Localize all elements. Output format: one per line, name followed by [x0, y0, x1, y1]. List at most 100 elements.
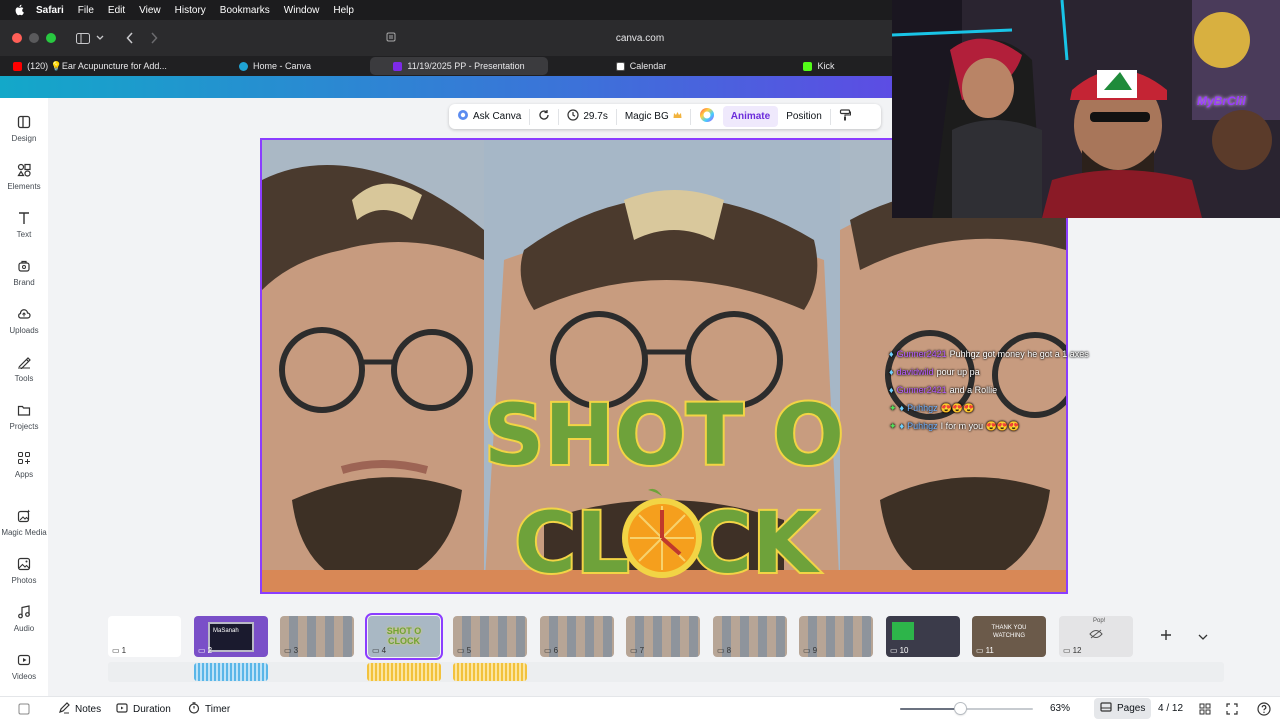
- color-button[interactable]: [691, 104, 723, 129]
- sidebar-item-label: Audio: [13, 624, 35, 633]
- sidebar-item-apps[interactable]: Apps: [0, 448, 48, 492]
- youtube-favicon-icon: [13, 61, 23, 71]
- chat-username: Puhhgz: [907, 403, 938, 413]
- fullscreen-icon[interactable]: [1226, 703, 1238, 718]
- zoom-slider-fill: [900, 708, 960, 710]
- sidebar-item-projects[interactable]: Projects: [0, 400, 48, 444]
- page-thumbnail[interactable]: ▭ 7: [626, 616, 700, 657]
- ask-canva-button[interactable]: Ask Canva: [449, 104, 529, 129]
- menu-bookmarks[interactable]: Bookmarks: [220, 5, 270, 16]
- menu-history[interactable]: History: [175, 5, 206, 16]
- page-number: ▭ 1: [112, 646, 127, 655]
- thumbnail-text: MaSanah: [213, 628, 239, 634]
- menu-safari[interactable]: Safari: [36, 5, 64, 16]
- pages-label: Pages: [1117, 703, 1146, 714]
- calendar-favicon-icon: [615, 61, 625, 71]
- tv-graphic: [208, 622, 254, 652]
- page-thumbnail[interactable]: ▭ 8: [713, 616, 787, 657]
- forward-icon[interactable]: [150, 32, 158, 44]
- page-number: ▭ 8: [717, 646, 732, 655]
- sidebar-item-tools[interactable]: Tools: [0, 352, 48, 396]
- comment-icon: ▭: [717, 646, 725, 655]
- sidebar-item-label: Design: [11, 134, 37, 143]
- page-thumbnail[interactable]: MaSanah ▭ 2: [194, 616, 268, 657]
- audio-clip[interactable]: [367, 663, 441, 681]
- sidebar-item-uploads[interactable]: Uploads: [0, 304, 48, 348]
- zoom-value[interactable]: 63%: [1050, 703, 1070, 714]
- format-painter-button[interactable]: [831, 104, 859, 129]
- menu-edit[interactable]: Edit: [108, 5, 125, 16]
- duration-button[interactable]: 29.7s: [559, 104, 615, 129]
- zoom-slider[interactable]: [900, 703, 1033, 714]
- minimize-window-button[interactable]: [29, 33, 39, 43]
- animate-button[interactable]: Animate: [722, 106, 779, 127]
- sidebar-icon[interactable]: [76, 32, 90, 44]
- tab-canva-home[interactable]: Home - Canva: [180, 57, 370, 75]
- page-thumbnail[interactable]: ▭ 3: [280, 616, 354, 657]
- chat-message: ✦ ♦ Puhhgz 😍😍😍: [889, 399, 1129, 417]
- page-thumbnail[interactable]: ▭ 6: [540, 616, 614, 657]
- page-thumbnail[interactable]: THANK YOU WATCHING ▭ 11: [972, 616, 1046, 657]
- sidebar-item-elements[interactable]: Elements: [0, 160, 48, 204]
- address-bar[interactable]: canva.com: [380, 26, 900, 50]
- pages-icon: [1100, 701, 1112, 716]
- page-thumbnail[interactable]: Pop! ▭ 12: [1059, 616, 1133, 657]
- sidebar-item-videos[interactable]: Videos: [0, 650, 48, 694]
- apple-logo-icon[interactable]: [12, 3, 26, 17]
- sidebar-item-text[interactable]: Text: [0, 208, 48, 252]
- menu-help[interactable]: Help: [333, 5, 354, 16]
- sidebar-item-audio[interactable]: Audio: [0, 602, 48, 646]
- projects-icon: [17, 400, 31, 420]
- grid-view-icon[interactable]: [1199, 703, 1211, 718]
- title-line-2b: CK: [691, 494, 821, 592]
- reader-icon[interactable]: [386, 32, 396, 45]
- position-button[interactable]: Position: [778, 104, 830, 129]
- page-thumbnail[interactable]: ▭ 9: [799, 616, 873, 657]
- duration-button[interactable]: Duration: [116, 702, 171, 717]
- sidebar-item-label: Elements: [7, 182, 41, 191]
- notes-button[interactable]: Notes: [58, 702, 101, 717]
- tab-kick[interactable]: Kick: [734, 57, 904, 75]
- tab-calendar[interactable]: Calendar: [548, 57, 734, 75]
- menu-view[interactable]: View: [139, 5, 161, 16]
- page-thumbnail[interactable]: ▭ 10: [886, 616, 960, 657]
- page-thumbnail[interactable]: ▭ 1: [108, 616, 181, 657]
- audio-clip[interactable]: [194, 663, 268, 681]
- chevron-down-icon[interactable]: [96, 35, 104, 41]
- sidebar-item-magic-media[interactable]: Magic Media: [0, 506, 48, 550]
- tab-youtube[interactable]: (120) 💡Ear Acupuncture for Add...: [0, 57, 180, 75]
- page-thumbnail[interactable]: ▭ 5: [453, 616, 527, 657]
- zoom-slider-knob[interactable]: [955, 703, 966, 714]
- close-window-button[interactable]: [12, 33, 22, 43]
- color-wheel-icon: [699, 107, 715, 126]
- ask-canva-label: Ask Canva: [473, 111, 522, 122]
- replace-button[interactable]: [530, 104, 558, 129]
- zoom-window-button[interactable]: [46, 33, 56, 43]
- comment-icon: ▭: [372, 646, 380, 655]
- sidebar-item-photos[interactable]: Photos: [0, 554, 48, 598]
- sidebar-item-design[interactable]: Design: [0, 112, 48, 156]
- add-page-button[interactable]: [1145, 616, 1187, 657]
- page-thumbnail-selected[interactable]: SHOT O CLOCK ▭ 4: [365, 613, 443, 660]
- help-icon[interactable]: [1257, 702, 1271, 719]
- gem-icon: ♦: [889, 385, 894, 395]
- magic-bg-button[interactable]: Magic BG: [617, 104, 690, 129]
- sidebar-toggle-icon[interactable]: [18, 703, 30, 718]
- thumbnail-text: THANK YOU WATCHING: [991, 625, 1027, 639]
- timer-button[interactable]: Timer: [188, 702, 230, 717]
- gem-icon: ♦: [899, 403, 905, 413]
- webcam-overlay-text: MyBrClil: [1197, 94, 1246, 108]
- sidebar-item-label: Text: [16, 230, 32, 239]
- comment-icon: ▭: [284, 646, 292, 655]
- tab-presentation[interactable]: 11/19/2025 PP - Presentation: [370, 57, 548, 75]
- page-number: ▭ 4: [372, 646, 387, 655]
- pages-view-button[interactable]: Pages: [1094, 698, 1152, 719]
- audio-clip[interactable]: [453, 663, 527, 681]
- notes-label: Notes: [75, 704, 102, 715]
- menu-file[interactable]: File: [78, 5, 94, 16]
- sidebar-item-brand[interactable]: Brand: [0, 256, 48, 300]
- menu-window[interactable]: Window: [284, 5, 320, 16]
- back-icon[interactable]: [126, 32, 134, 44]
- chevron-down-icon: [1198, 629, 1208, 643]
- expand-pages-button[interactable]: [1193, 626, 1213, 646]
